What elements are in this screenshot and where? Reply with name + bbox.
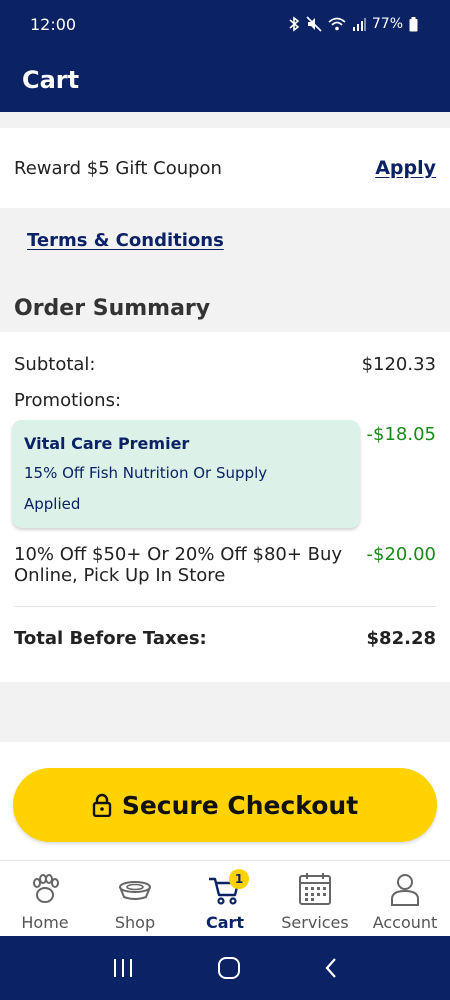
tab-home-label: Home [21,913,69,932]
tab-services-label: Services [281,913,349,932]
mute-icon [306,16,322,32]
tab-home[interactable]: Home [0,861,90,936]
system-nav-bar [0,936,450,1000]
promo2-description: 10% Off $50+ Or 20% Off $80+ Buy Online,… [14,544,343,586]
status-time: 12:00 [30,14,77,34]
tab-cart[interactable]: 1 Cart [180,861,270,936]
promotions-row: Promotions: [14,390,436,411]
promo2-row: 10% Off $50+ Or 20% Off $80+ Buy Online,… [14,544,436,586]
subtotal-value: $120.33 [361,354,436,375]
promotions-label: Promotions: [14,390,122,411]
subtotal-row: Subtotal: $120.33 [14,354,436,375]
wifi-icon [328,17,346,31]
bowl-icon [119,881,151,900]
promo1-amount-row: -$18.05 [367,424,436,445]
promo1-amount: -$18.05 [366,424,436,445]
order-summary-title: Order Summary [14,296,211,321]
secure-checkout-label: Secure Checkout [121,790,359,820]
apply-coupon-link[interactable]: Apply [375,157,436,179]
calendar-icon [299,873,331,905]
tab-shop-label: Shop [114,913,156,932]
cart-count-badge: 1 [229,869,249,889]
checkout-section: Secure Checkout [0,742,450,860]
bottom-tab-bar: Home Shop 1 Cart Services Account [0,860,450,936]
promo2-amount: -$20.00 [366,544,436,565]
promo-status: Applied [24,495,81,513]
signal-icon [352,18,366,31]
page-title: Cart [22,66,80,94]
spacer [0,682,450,742]
person-icon [391,874,419,906]
secure-checkout-button[interactable]: Secure Checkout [13,768,437,842]
status-bar: 12:00 77% [0,0,450,48]
bluetooth-icon [289,16,300,32]
order-summary-card: Subtotal: $120.33 Promotions: Vital Care… [0,332,450,682]
reward-coupon-text: Reward $5 Gift Coupon [14,157,222,179]
battery-percent: 77% [371,16,403,32]
tab-shop[interactable]: Shop [90,861,180,936]
battery-icon [409,16,418,31]
lock-icon [92,793,112,817]
tab-cart-label: Cart [205,913,245,932]
status-icons: 77% [288,16,418,32]
tab-services[interactable]: Services [270,861,360,936]
spacer [0,112,450,128]
summary-divider [14,606,436,607]
terms-conditions-link[interactable]: Terms & Conditions [27,230,224,251]
recent-apps-icon[interactable] [111,957,135,979]
total-value: $82.28 [366,628,436,649]
reward-coupon-row: Reward $5 Gift Coupon Apply [0,128,450,208]
promo-name: Vital Care Premier [24,434,190,453]
total-row: Total Before Taxes: $82.28 [14,628,436,649]
promo-card-vital-care: Vital Care Premier 15% Off Fish Nutritio… [12,420,360,528]
paw-icon [33,874,59,903]
terms-section: Terms & Conditions Order Summary [0,208,450,332]
home-nav-icon[interactable] [217,956,241,980]
tab-account-label: Account [372,913,438,932]
tab-account[interactable]: Account [360,861,450,936]
back-icon[interactable] [323,956,339,980]
subtotal-label: Subtotal: [14,354,96,375]
promo-description: 15% Off Fish Nutrition Or Supply [24,464,268,482]
app-header: Cart [0,48,450,112]
total-label: Total Before Taxes: [14,628,207,649]
